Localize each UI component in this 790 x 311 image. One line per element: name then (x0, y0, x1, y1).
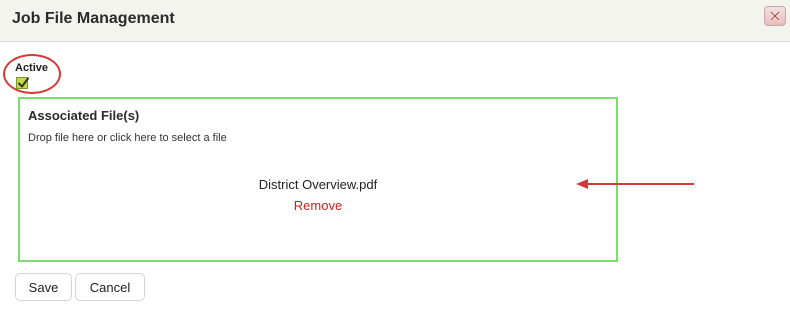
arrow-left-icon (576, 179, 694, 189)
cancel-button[interactable]: Cancel (75, 273, 145, 301)
active-checkbox[interactable] (16, 77, 29, 89)
dropzone-hint: Drop file here or click here to select a… (28, 132, 227, 144)
close-icon (769, 10, 781, 22)
annotation-circle (3, 54, 61, 94)
checkmark-icon (18, 77, 29, 88)
remove-file-link[interactable]: Remove (20, 198, 616, 213)
uploaded-file-name: District Overview.pdf (258, 177, 378, 192)
close-button[interactable] (764, 6, 786, 26)
save-button[interactable]: Save (15, 273, 72, 301)
dialog-titlebar: Job File Management (0, 0, 790, 42)
associated-files-heading: Associated File(s) (28, 108, 140, 123)
file-dropzone[interactable]: Associated File(s) Drop file here or cli… (18, 97, 618, 262)
active-label: Active (15, 62, 49, 74)
dialog-title: Job File Management (12, 10, 175, 27)
